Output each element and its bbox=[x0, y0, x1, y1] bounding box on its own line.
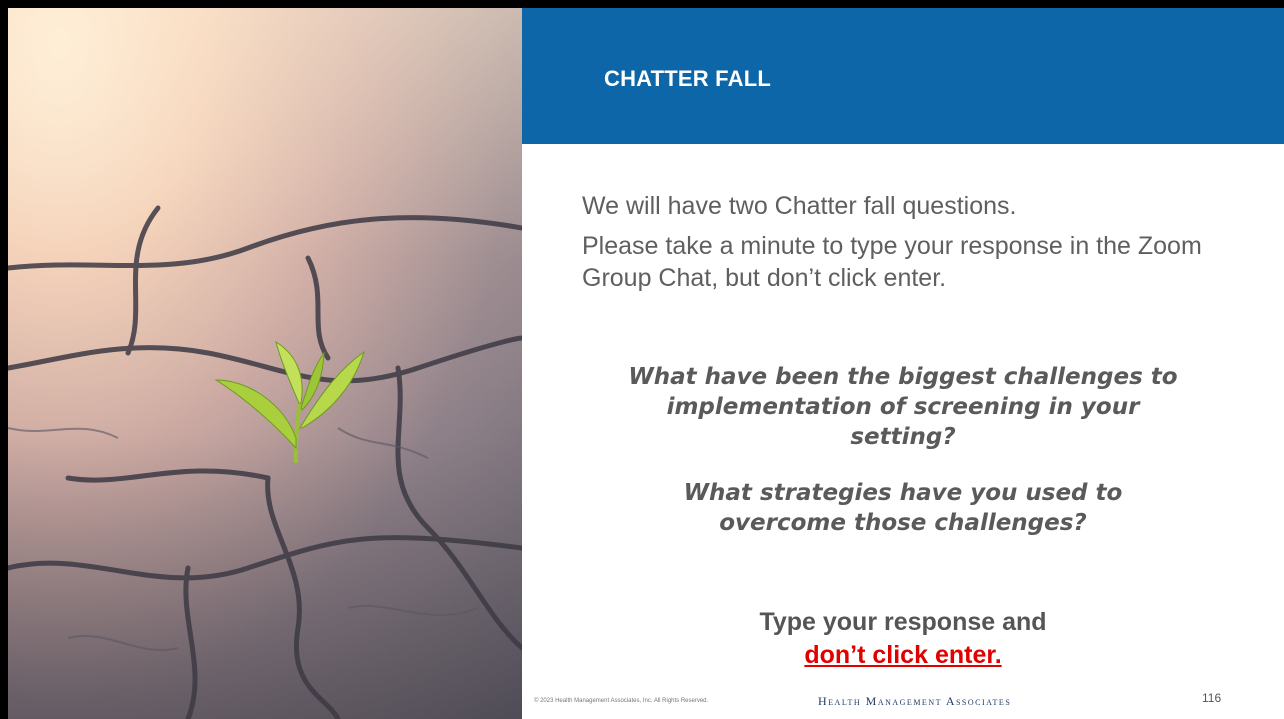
footer-copyright: © 2023 Health Management Associates, Inc… bbox=[534, 698, 709, 704]
question-1: What have been the biggest challenges to… bbox=[628, 364, 1178, 450]
slide-body: We will have two Chatter fall questions.… bbox=[522, 144, 1284, 719]
intro-text-1: We will have two Chatter fall questions. bbox=[582, 192, 1017, 220]
call-to-action-emphasis: don’t click enter. bbox=[804, 641, 1002, 669]
sprout-in-cracked-ground-image bbox=[8, 8, 522, 719]
presentation-slide: CHATTER FALL We will have two Chatter fa… bbox=[8, 8, 1284, 719]
intro-text-2: Please take a minute to type your respon… bbox=[582, 232, 1202, 292]
question-2: What strategies have you used to overcom… bbox=[683, 480, 1123, 536]
call-to-action: Type your response and bbox=[759, 608, 1047, 636]
slide-title: CHATTER FALL bbox=[604, 66, 771, 91]
footer-logo-text: Health Management Associates bbox=[818, 694, 1012, 708]
title-banner: CHATTER FALL bbox=[522, 8, 1284, 144]
page-number: 116 bbox=[1202, 691, 1222, 705]
